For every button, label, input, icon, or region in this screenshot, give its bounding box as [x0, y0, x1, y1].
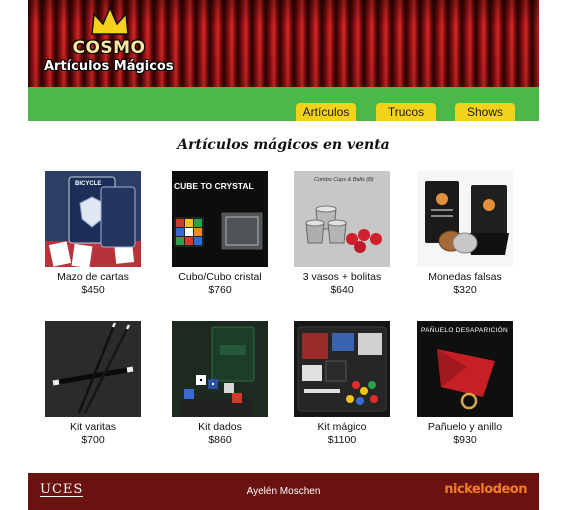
- brand-logo[interactable]: COSMO Artículos Mágicos: [44, 6, 206, 84]
- cups-box-label: Combo Cups & Balls (B): [314, 177, 374, 183]
- handkerchief-box-label: PAÑUELO DESAPARICIÓN: [421, 327, 509, 334]
- cube-box-label: CUBE TO CRYSTAL: [174, 181, 254, 191]
- nav-articulos[interactable]: Artículos: [296, 103, 356, 121]
- product-price: $640: [330, 284, 354, 296]
- nickelodeon-logo[interactable]: nickelodeon: [444, 482, 527, 497]
- nav-shows[interactable]: Shows: [455, 103, 515, 121]
- product-name: 3 vasos + bolitas: [302, 271, 382, 283]
- product-price: $930: [453, 434, 477, 446]
- product-name: Monedas falsas: [428, 271, 502, 283]
- product-card[interactable]: Combo Cups & Balls (B) 3 vasos + bolitas…: [281, 171, 403, 297]
- footer: UCES Ayelén Moschen nickelodeon: [28, 473, 539, 510]
- product-card[interactable]: Kit varitas $700: [32, 321, 154, 447]
- product-name: Kit mágico: [317, 421, 367, 433]
- product-price: $450: [81, 284, 105, 296]
- product-name: Kit varitas: [69, 421, 117, 433]
- product-image-dice[interactable]: [172, 321, 268, 417]
- section-title: Artículos mágicos en venta: [177, 137, 390, 153]
- product-card[interactable]: CUBE TO CRYSTAL Cubo/Cubo cristal $760: [159, 171, 281, 297]
- product-card[interactable]: PAÑUELO DESAPARICIÓN Pañuelo y anillo $9…: [404, 321, 526, 447]
- product-card[interactable]: Kit dados $860: [159, 321, 281, 447]
- header-curtain: COSMO Artículos Mágicos: [28, 0, 539, 87]
- brand-subtitle: Artículos Mágicos: [44, 59, 174, 74]
- product-price: $860: [208, 434, 232, 446]
- product-image-wands[interactable]: [45, 321, 141, 417]
- product-name: Cubo/Cubo cristal: [178, 271, 262, 283]
- product-image-cups[interactable]: Combo Cups & Balls (B): [294, 171, 390, 267]
- product-card[interactable]: Kit mágico $1100: [281, 321, 403, 447]
- crown-icon: [91, 6, 129, 35]
- product-name: Kit dados: [198, 421, 242, 433]
- cards-box-label: BICYCLE: [75, 181, 102, 187]
- product-price: $700: [81, 434, 105, 446]
- product-name: Mazo de cartas: [57, 271, 129, 283]
- product-card[interactable]: Monedas falsas $320: [404, 171, 526, 297]
- product-image-handkerchief[interactable]: PAÑUELO DESAPARICIÓN: [417, 321, 513, 417]
- product-image-magic-kit[interactable]: [294, 321, 390, 417]
- product-image-cards[interactable]: BICYCLE: [45, 171, 141, 267]
- page: COSMO Artículos Mágicos Artículos Trucos…: [28, 0, 539, 510]
- brand-title: COSMO: [72, 38, 146, 58]
- product-name: Pañuelo y anillo: [427, 421, 503, 433]
- product-image-coins[interactable]: [417, 171, 513, 267]
- product-price: $1100: [327, 434, 357, 446]
- nav-bar: Artículos Trucos Shows: [28, 87, 539, 121]
- product-price: $320: [453, 284, 477, 296]
- nav-trucos[interactable]: Trucos: [376, 103, 436, 121]
- product-price: $760: [208, 284, 232, 296]
- product-image-cube[interactable]: CUBE TO CRYSTAL: [172, 171, 268, 267]
- product-card[interactable]: BICYCLE Mazo de cartas $450: [32, 171, 154, 297]
